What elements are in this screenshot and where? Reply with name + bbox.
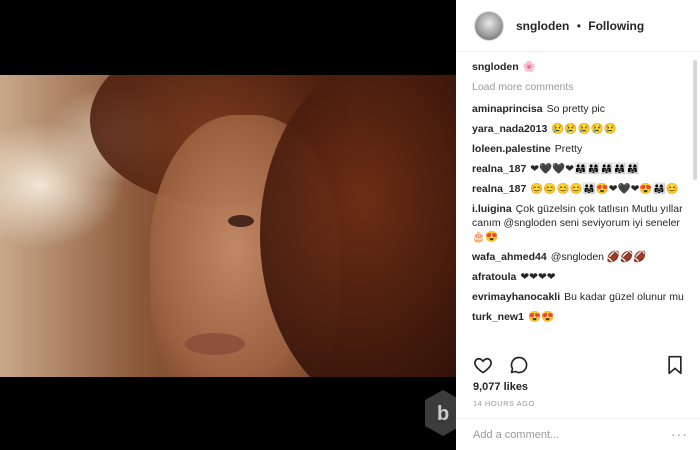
list-item: realna_187 😊😊😊😊👨‍👩‍👧😍❤🖤❤😍👨‍👩‍👧😊 (472, 182, 690, 196)
list-item: evrimayhanocakli Bu kadar güzel olunur mu (472, 290, 690, 304)
save-button[interactable] (664, 354, 686, 376)
comment-text: 😍😍 (527, 311, 555, 323)
comment-username[interactable]: wafa_ahmed44 (472, 251, 547, 263)
header-separator: • (576, 18, 581, 33)
comment-username[interactable]: yara_nada2013 (472, 123, 547, 135)
list-item: loleen.palestine Pretty (472, 142, 690, 156)
comments-list: sngloden 🌸 Load more comments aminaprinci… (472, 60, 690, 346)
header-username[interactable]: sngloden (516, 19, 569, 33)
comment-text: Pretty (554, 143, 583, 155)
svg-text:b: b (437, 403, 449, 425)
photo-hair-side (260, 75, 456, 377)
avatar[interactable] (474, 10, 504, 41)
list-item: realna_187 ❤🖤🖤❤👨‍👩‍👧👨‍👩‍👧👨‍👩‍👧👨‍👩‍👧👨‍👩‍👧 (472, 162, 690, 176)
comment-text: @sngloden 🏈🏈🏈 (550, 251, 647, 263)
comments-scrollbar[interactable] (693, 60, 697, 180)
comment-text: 😊😊😊😊👨‍👩‍👧😍❤🖤❤😍👨‍👩‍👧😊 (530, 183, 679, 195)
like-button[interactable] (472, 354, 494, 376)
comment-icon (510, 356, 528, 374)
comment-username[interactable]: turk_new1 (472, 311, 524, 323)
add-comment-bar: ··· (456, 418, 700, 450)
header-text: sngloden • Following (516, 19, 644, 33)
caption-username[interactable]: sngloden (472, 61, 519, 73)
list-item: aminaprincisa So pretty pic (472, 102, 690, 116)
add-comment-input[interactable] (473, 428, 663, 441)
post-side-panel: sngloden • Following sngloden 🌸 Load more… (456, 0, 700, 450)
caption: sngloden 🌸 (472, 60, 690, 74)
post-actions (472, 352, 686, 378)
comment-text: 😢😢😢😢😢 (551, 123, 617, 135)
more-options-icon[interactable]: ··· (671, 427, 688, 441)
bookmark-icon (668, 355, 682, 375)
comment-username[interactable]: i.luigina (472, 203, 512, 215)
comment-username[interactable]: afratoula (472, 271, 516, 283)
comment-text: Bu kadar güzel olunur mu (564, 291, 684, 303)
comment-username[interactable]: aminaprincisa (472, 103, 543, 115)
comment-text: ❤🖤🖤❤👨‍👩‍👧👨‍👩‍👧👨‍👩‍👧👨‍👩‍👧👨‍👩‍👧 (530, 163, 640, 175)
comment-username[interactable]: loleen.palestine (472, 143, 551, 155)
media-area: b (0, 0, 461, 450)
post-timestamp[interactable]: 14 HOURS AGO (473, 399, 535, 408)
list-item: i.luigina Çok güzelsin çok tatlısın Mutlu… (472, 202, 690, 244)
photo-lips (185, 333, 245, 355)
list-item: yara_nada2013 😢😢😢😢😢 (472, 122, 690, 136)
comment-text: ❤❤❤❤ (520, 271, 556, 283)
following-button[interactable]: Following (588, 19, 644, 33)
load-more-comments-link[interactable]: Load more comments (472, 80, 690, 94)
comment-username[interactable]: realna_187 (472, 163, 526, 175)
comment-username[interactable]: evrimayhanocakli (472, 291, 560, 303)
list-item: wafa_ahmed44 @sngloden 🏈🏈🏈 (472, 250, 690, 264)
caption-text: 🌸 (522, 61, 536, 73)
comment-username[interactable]: realna_187 (472, 183, 526, 195)
heart-icon (474, 357, 492, 374)
post-header: sngloden • Following (456, 0, 700, 52)
list-item: turk_new1 😍😍 (472, 310, 690, 324)
comment-text: So pretty pic (546, 103, 605, 115)
photo-eye (228, 215, 254, 227)
post-photo[interactable] (0, 75, 456, 377)
likes-count[interactable]: 9,077 likes (473, 381, 528, 393)
comment-button[interactable] (508, 354, 530, 376)
list-item: afratoula ❤❤❤❤ (472, 270, 690, 284)
